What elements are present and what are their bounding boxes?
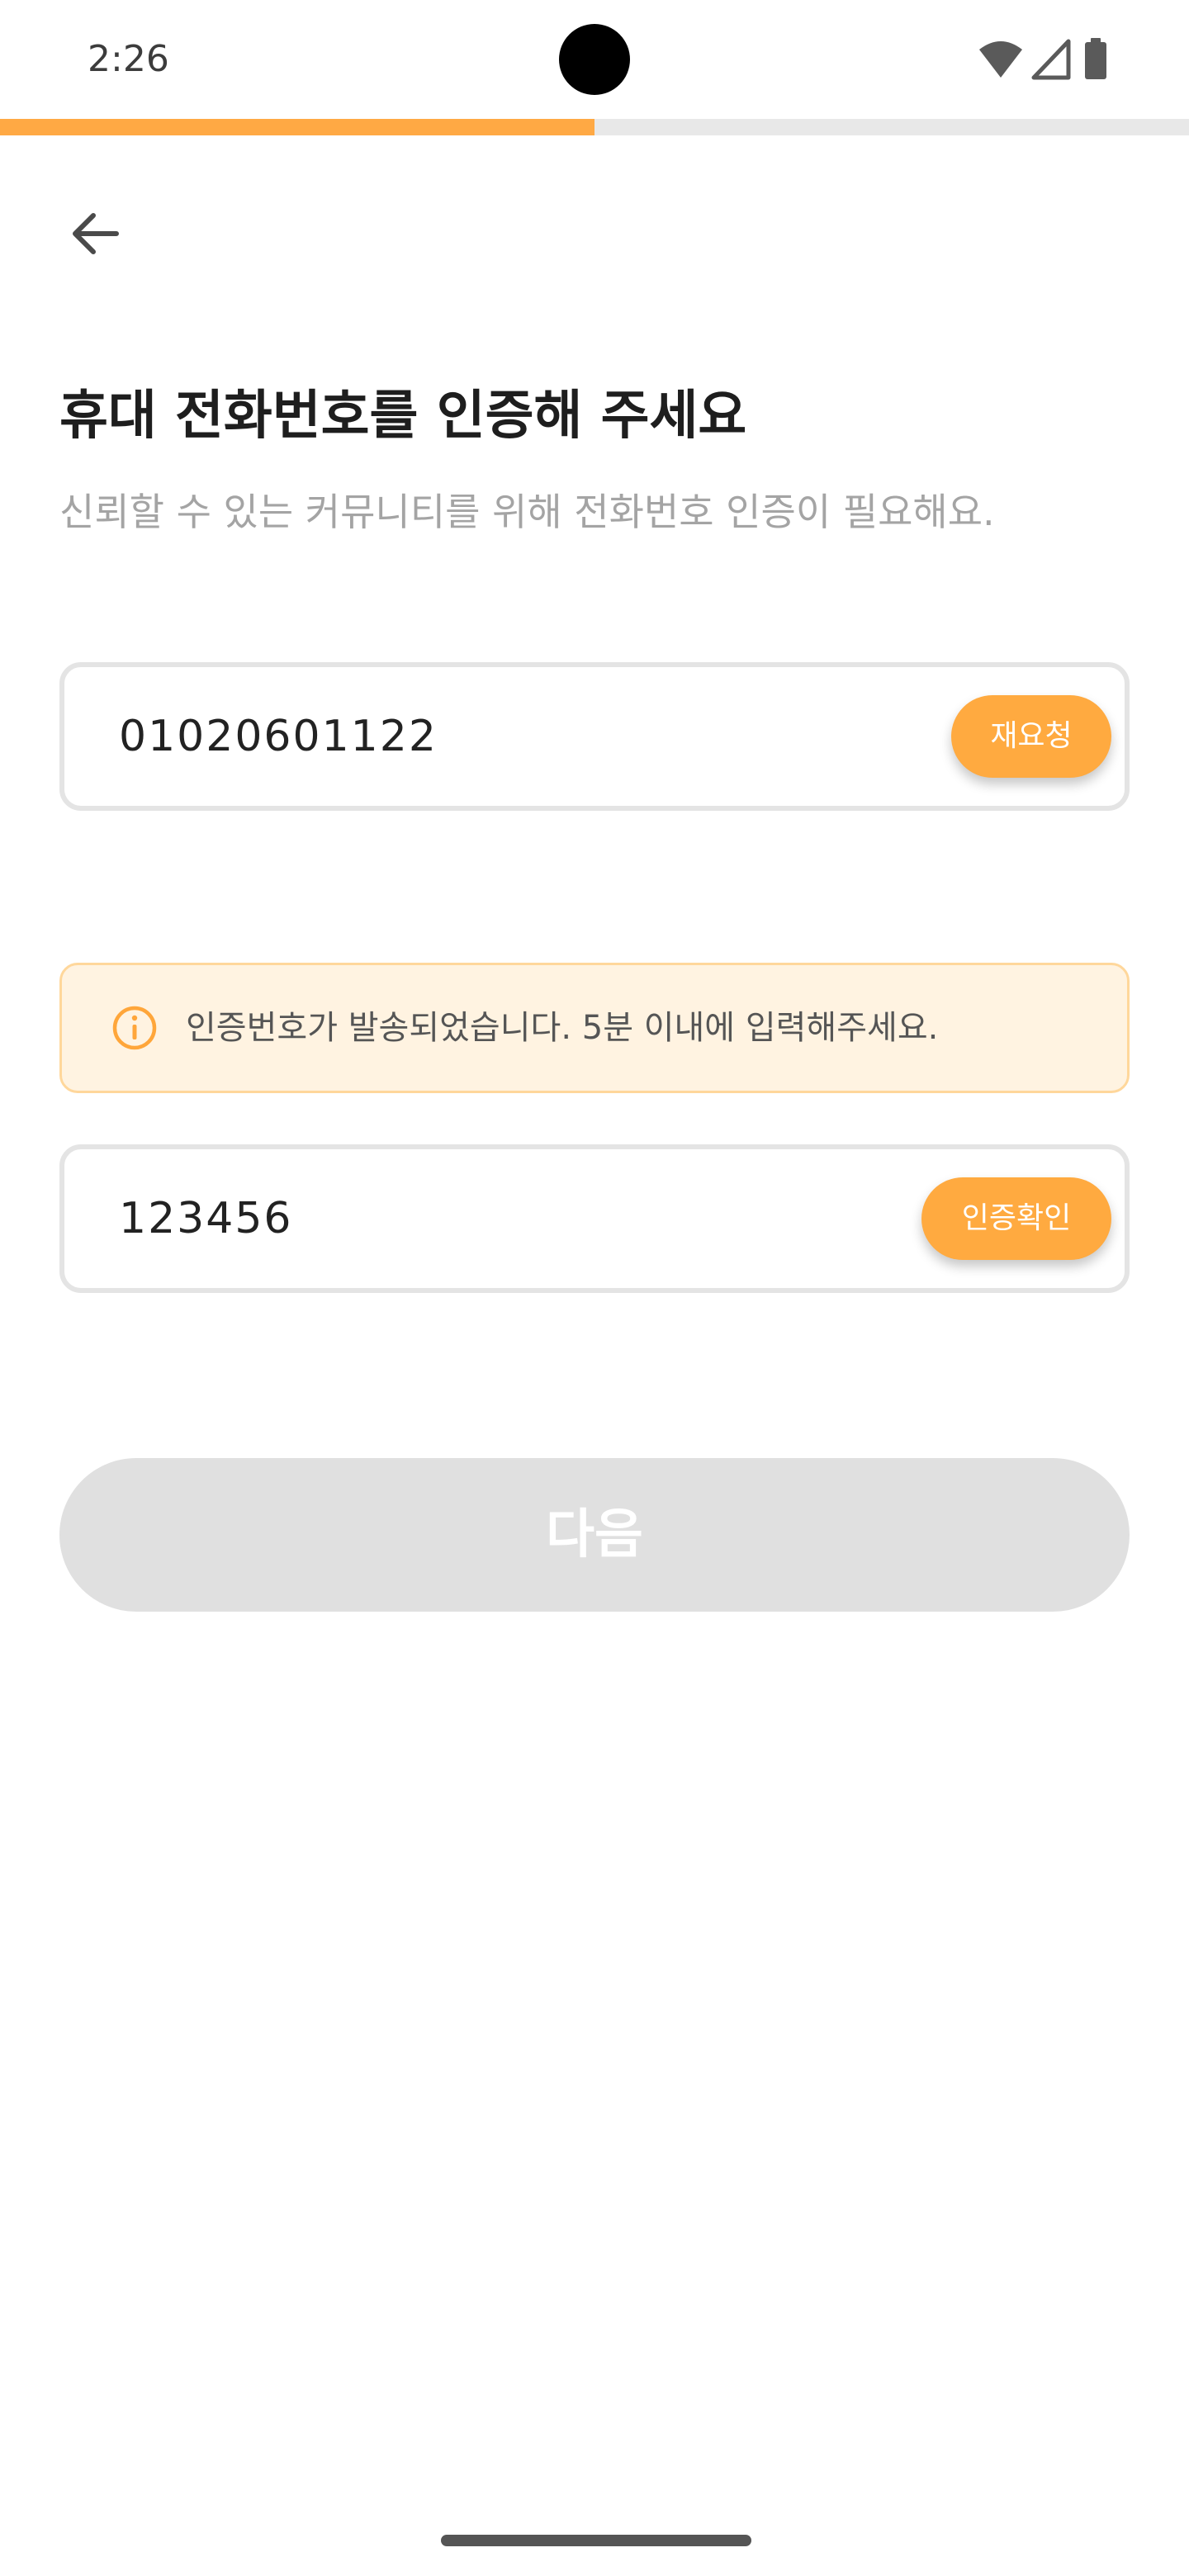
confirm-code-button[interactable]: 인증확인	[921, 1177, 1111, 1260]
arrow-left-icon	[69, 207, 121, 263]
wifi-icon	[978, 38, 1024, 84]
status-bar: 2:26	[0, 0, 1189, 119]
progress-bar	[0, 119, 1189, 135]
resend-code-button[interactable]: 재요청	[951, 695, 1111, 778]
camera-cutout	[559, 24, 630, 95]
verification-notice: 인증번호가 발송되었습니다. 5분 이내에 입력해주세요.	[59, 963, 1130, 1093]
cellular-signal-icon	[1030, 38, 1072, 84]
progress-fill	[0, 119, 594, 135]
next-button[interactable]: 다음	[59, 1458, 1130, 1612]
notice-text: 인증번호가 발송되었습니다. 5분 이내에 입력해주세요.	[186, 1009, 939, 1047]
back-button[interactable]	[50, 190, 140, 281]
phone-number-field[interactable]: 01020601122 재요청	[59, 662, 1130, 811]
info-circle-icon	[111, 1005, 158, 1051]
home-indicator[interactable]	[441, 2535, 751, 2546]
status-icons	[978, 38, 1126, 81]
verification-code-value[interactable]: 123456	[119, 1149, 293, 1288]
page-subtitle: 신뢰할 수 있는 커뮤니티를 위해 전화번호 인증이 필요해요.	[59, 490, 995, 534]
verification-code-field[interactable]: 123456 인증확인	[59, 1144, 1130, 1293]
page-title: 휴대 전화번호를 인증해 주세요	[59, 386, 747, 447]
status-time: 2:26	[88, 38, 169, 80]
battery-icon	[1083, 38, 1108, 84]
phone-number-value[interactable]: 01020601122	[119, 667, 438, 806]
